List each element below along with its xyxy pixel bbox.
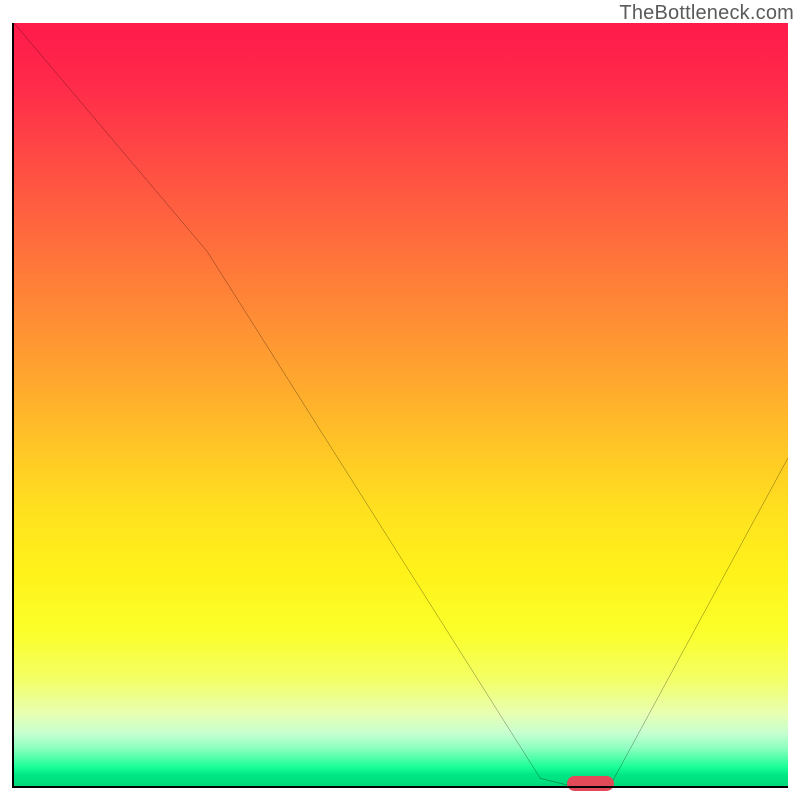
chart-axes-frame xyxy=(12,23,788,788)
chart-container: TheBottleneck.com xyxy=(0,0,800,800)
watermark-text: TheBottleneck.com xyxy=(619,2,794,25)
